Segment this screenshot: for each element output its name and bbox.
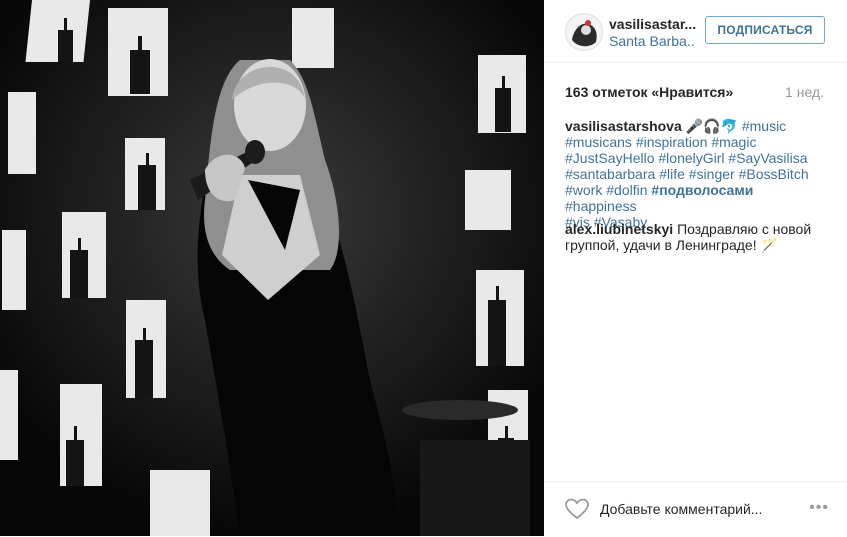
- hashtag-link[interactable]: #happiness: [565, 198, 637, 214]
- hashtag-link[interactable]: #BossBitch: [739, 166, 809, 182]
- comment: alex.liubinetskyi Поздравляю с новой гру…: [565, 221, 827, 253]
- hashtag-link[interactable]: #santabarbara: [565, 166, 655, 182]
- post-photo[interactable]: [0, 0, 544, 536]
- comment-author-link[interactable]: alex.liubinetskyi: [565, 221, 673, 237]
- add-comment-input[interactable]: Добавьте комментарий...: [600, 501, 762, 517]
- caption-author-link[interactable]: vasilisastarshova: [565, 118, 682, 134]
- instagram-post: vasilisastar... Santa Barba.. ПОДПИСАТЬС…: [0, 0, 847, 536]
- more-options-icon[interactable]: •••: [809, 499, 829, 517]
- hashtag-link[interactable]: #work: [565, 182, 602, 198]
- likes-count[interactable]: 163 отметок «Нравится»: [565, 84, 733, 100]
- comment-bar: Добавьте комментарий... •••: [544, 481, 847, 537]
- heart-icon[interactable]: [565, 498, 589, 520]
- hashtag-link[interactable]: #JustSayHello: [565, 150, 655, 166]
- hashtag-link[interactable]: #music: [742, 118, 786, 134]
- hashtag-link[interactable]: #singer: [689, 166, 735, 182]
- hashtag-link[interactable]: #dolfin: [606, 182, 647, 198]
- hashtag-link[interactable]: #musicans: [565, 134, 632, 150]
- username-link[interactable]: vasilisastar...: [609, 16, 696, 32]
- hashtag-link[interactable]: #magic: [711, 134, 756, 150]
- post-timestamp[interactable]: 1 нед.: [785, 84, 824, 100]
- hashtag-link[interactable]: #подволосами: [651, 182, 753, 198]
- hashtag-link[interactable]: #SayVasilisa: [728, 150, 807, 166]
- likes-row: 163 отметок «Нравится» 1 нед.: [565, 84, 827, 100]
- caption-emoji: 🎤🎧🐬: [685, 118, 738, 134]
- hashtag-link[interactable]: #lonelyGirl: [658, 150, 724, 166]
- post-header: vasilisastar... Santa Barba.. ПОДПИСАТЬС…: [544, 0, 847, 63]
- hashtag-link[interactable]: #life: [659, 166, 685, 182]
- location-link[interactable]: Santa Barba..: [609, 33, 695, 49]
- hashtag-link[interactable]: #inspiration: [636, 134, 708, 150]
- post-caption: vasilisastarshova 🎤🎧🐬 #music #musicans #…: [565, 118, 827, 230]
- avatar[interactable]: [565, 13, 603, 51]
- follow-button[interactable]: ПОДПИСАТЬСЯ: [705, 16, 825, 44]
- post-details-panel: vasilisastar... Santa Barba.. ПОДПИСАТЬС…: [544, 0, 847, 536]
